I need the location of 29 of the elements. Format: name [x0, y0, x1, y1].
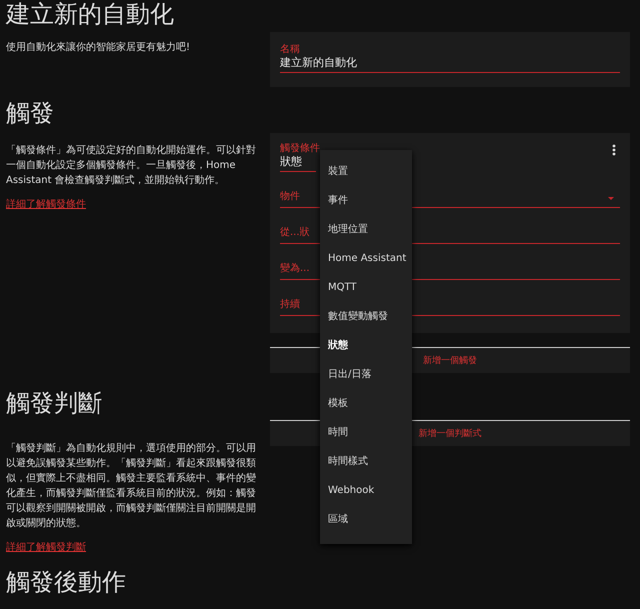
learn-more-link[interactable]: 詳細了解觸發條件 — [6, 197, 86, 211]
menu-item[interactable]: 時間樣式 — [320, 447, 412, 476]
menu-item[interactable]: 區域 — [320, 505, 412, 534]
section-description: 「觸發判斷」為自動化規則中，選項使用的部分。可以用以避免誤觸發某些動作。「觸發判斷」看起來跟觸發很類似，但實際上不盡相同。觸發主要監看系統中、事件的變化產生，而觸發判斷僅監看系統目前的狀況。例如：觸發可以觀察到開關被開啟，而觸發判斷僅關注目前開關是開啟或關閉的狀態。 — [6, 442, 257, 531]
field-label: 持續 — [280, 298, 300, 311]
menu-item[interactable]: 日出/日落 — [320, 360, 412, 389]
section-title: 觸發判斷 — [6, 389, 103, 417]
add-trigger-button[interactable]: 新增一個觸發 — [419, 352, 481, 369]
menu-item[interactable]: 裝置 — [320, 157, 412, 186]
field-value: 狀態 — [280, 154, 303, 169]
menu-item[interactable]: 模板 — [320, 389, 412, 418]
section-description: 「觸發條件」為可使設定好的自動化開始運作。可以針對一個自動化設定多個觸發條件。一旦觸發後，Home Assistant 會檢查觸發判斷式，並開始執行動作。 — [6, 144, 257, 188]
field-label: 變為... — [280, 262, 310, 275]
more-options-icon[interactable] — [612, 144, 616, 156]
name-field[interactable]: 名稱 建立新的自動化 — [280, 44, 620, 73]
page-title: 建立新的自動化 — [6, 0, 175, 28]
section-title: 觸發後動作 — [6, 568, 126, 596]
menu-item[interactable]: Webhook — [320, 476, 412, 505]
field-label: 物件 — [280, 190, 300, 203]
field-label: 從...狀 — [280, 226, 310, 239]
add-condition-button[interactable]: 新增一個判斷式 — [414, 425, 486, 442]
section-title: 觸發 — [6, 99, 55, 127]
dropdown-arrow-icon — [608, 197, 614, 200]
learn-more-link[interactable]: 詳細了解觸發判斷 — [6, 540, 86, 554]
field-label: 名稱 — [280, 44, 301, 55]
menu-item[interactable]: 狀態 — [320, 331, 412, 360]
menu-item[interactable]: 時間 — [320, 418, 412, 447]
page-description: 使用自動化來讓你的智能家居更有魅力吧! — [6, 40, 192, 55]
field-value: 建立新的自動化 — [280, 55, 358, 70]
